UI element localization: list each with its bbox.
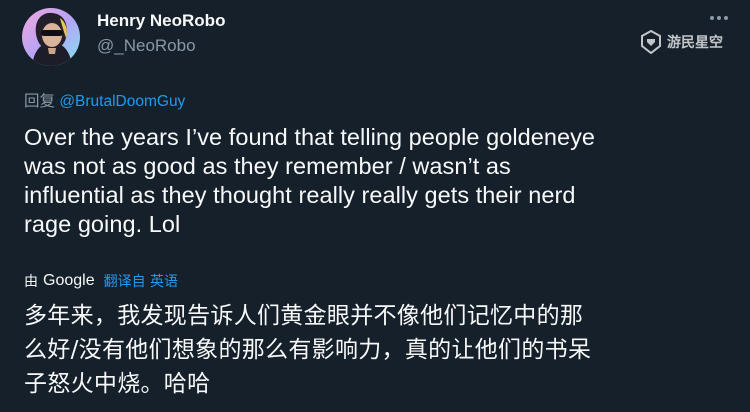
translated-text: 多年来，我发现告诉人们黄金眼并不像他们记忆中的那 么好/没有他们想象的那么有影响… xyxy=(24,299,736,401)
watermark-text: 游民星空 xyxy=(667,35,723,51)
translated-text-line: 么好/没有他们想象的那么有影响力，真的让他们的书呆 xyxy=(24,337,592,363)
translated-by-label: 由 xyxy=(24,274,38,290)
avatar[interactable] xyxy=(22,8,80,66)
reply-context: 回复 @BrutalDoomGuy xyxy=(24,89,185,111)
tweet-text-line: Over the years I’ve found that telling p… xyxy=(24,124,596,150)
watermark: 游民星空 xyxy=(640,28,738,56)
translated-text-line: 多年来，我发现告诉人们黄金眼并不像他们记忆中的那 xyxy=(24,303,584,329)
more-options-button[interactable] xyxy=(706,8,732,28)
more-dot xyxy=(710,16,714,20)
author-handle[interactable]: @_NeoRobo xyxy=(97,36,196,56)
more-dot xyxy=(724,16,728,20)
tweet-text: Over the years I’ve found that telling p… xyxy=(24,123,736,239)
author-display-name[interactable]: Henry NeoRobo xyxy=(97,11,225,31)
tweet-text-line: was not as good as they remember / wasn’… xyxy=(24,153,511,179)
reply-prefix: 回复 xyxy=(24,93,60,110)
translated-from-link[interactable]: 翻译自 英语 xyxy=(104,271,178,291)
more-dot xyxy=(717,16,721,20)
translated-text-line: 子怒火中烧。哈哈 xyxy=(24,371,211,397)
reply-mention-link[interactable]: @BrutalDoomGuy xyxy=(59,93,185,110)
google-logo: Google xyxy=(43,272,95,289)
tweet-text-line: influential as they thought really reall… xyxy=(24,182,576,208)
tweet-card: Henry NeoRobo @_NeoRobo 游民星空 回复 @BrutalD… xyxy=(0,0,750,412)
gamersky-logo-icon xyxy=(641,30,661,54)
tweet-text-line: rage going. Lol xyxy=(24,211,181,237)
translation-attribution: 由 Google 翻译自 英语 xyxy=(24,270,178,292)
